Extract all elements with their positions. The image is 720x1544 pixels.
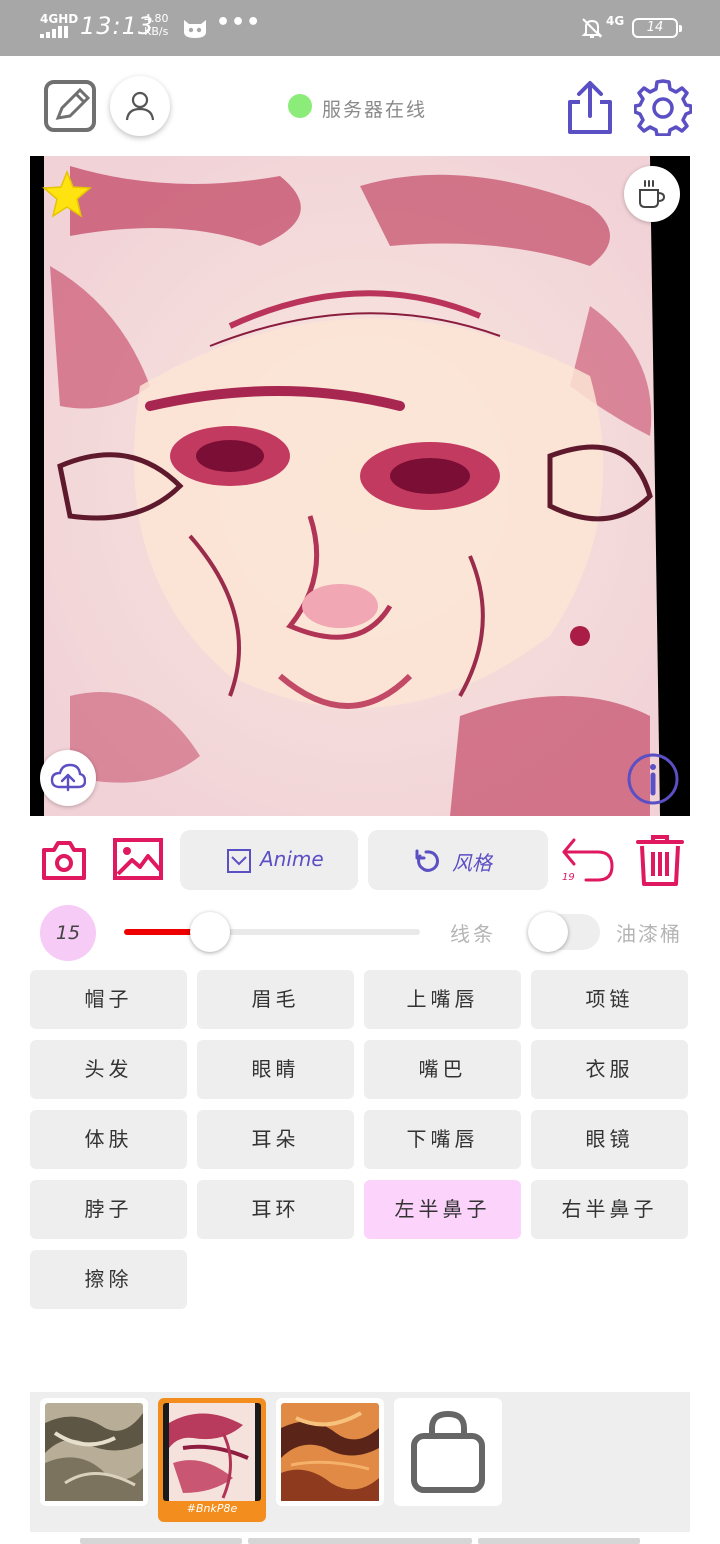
app-notification-icon: [184, 20, 206, 38]
part-button-3[interactable]: 上嘴唇: [364, 970, 521, 1029]
upload-cloud-button[interactable]: [40, 750, 96, 806]
generated-anime-image: [30, 156, 690, 816]
part-button-7[interactable]: 嘴巴: [364, 1040, 521, 1099]
part-button-13[interactable]: 脖子: [30, 1180, 187, 1239]
part-button-4[interactable]: 项链: [531, 970, 688, 1029]
coffee-button[interactable]: [624, 166, 680, 222]
camera-button[interactable]: [40, 838, 88, 882]
style-preview-2: [163, 1403, 261, 1501]
toggle-thumb: [528, 912, 568, 952]
style-thumbnail-2[interactable]: #BnkP8e: [158, 1398, 266, 1522]
part-button-5[interactable]: 头发: [30, 1040, 187, 1099]
cloud-upload-icon: [50, 763, 86, 792]
nav-indicator-2: [248, 1538, 472, 1544]
style-preview-3: [281, 1403, 379, 1501]
gallery-button[interactable]: [112, 836, 164, 882]
generated-image-canvas[interactable]: [30, 156, 690, 816]
speed-value: 4.80: [144, 12, 169, 25]
favorite-star-icon[interactable]: [42, 170, 92, 218]
part-button-16[interactable]: 右半鼻子: [531, 1180, 688, 1239]
delete-trash-button[interactable]: [634, 834, 686, 886]
network-type-right: 4G: [606, 14, 625, 28]
server-status-label: 服务器在线: [322, 99, 428, 121]
part-button-9[interactable]: 体肤: [30, 1110, 187, 1169]
style-preview-1: [45, 1403, 143, 1501]
undo-count: 19: [562, 872, 575, 883]
network-speed: 4.80 KB/s: [144, 12, 169, 38]
part-button-1[interactable]: 帽子: [30, 970, 187, 1029]
nav-indicator-1: [80, 1538, 242, 1544]
part-button-15[interactable]: 左半鼻子: [364, 1180, 521, 1239]
style-code-label: #BnkP8e: [186, 1502, 238, 1515]
checkbox-icon: [227, 849, 251, 873]
style-thumbnail-1[interactable]: [40, 1398, 148, 1506]
part-button-11[interactable]: 下嘴唇: [364, 1110, 521, 1169]
app-screen: 4GHD 13:13 4.80 KB/s ••• 4G 14 服务器在线 Ani…: [0, 0, 720, 1544]
refresh-icon: [415, 849, 439, 872]
more-notifications-icon: •••: [216, 10, 262, 35]
info-button[interactable]: [626, 752, 680, 806]
status-bar: 4GHD 13:13 4.80 KB/s ••• 4G 14: [0, 0, 720, 56]
paint-bucket-toggle[interactable]: [528, 912, 600, 952]
user-icon: [125, 91, 155, 121]
signal-icon: [40, 26, 72, 38]
share-button[interactable]: [564, 80, 616, 136]
brush-size-slider[interactable]: [124, 912, 420, 952]
user-button[interactable]: [110, 76, 170, 136]
settings-gear-button[interactable]: [634, 78, 692, 136]
network-type: 4GHD: [40, 12, 79, 26]
locked-styles-button[interactable]: [394, 1398, 502, 1506]
part-button-14[interactable]: 耳环: [197, 1180, 354, 1239]
style-thumbnail-3[interactable]: [276, 1398, 384, 1506]
model-label: Anime: [260, 847, 324, 871]
style-label: 风格: [452, 851, 492, 875]
part-button-10[interactable]: 耳朵: [197, 1110, 354, 1169]
shopping-bag-icon: [411, 1410, 485, 1493]
part-button-2[interactable]: 眉毛: [197, 970, 354, 1029]
brush-size-indicator: 15: [40, 905, 96, 961]
paint-bucket-label: 油漆桶: [616, 922, 682, 946]
mute-bell-icon: [581, 18, 603, 38]
server-status-dot: [288, 94, 312, 118]
line-mode-label: 线条: [450, 922, 496, 946]
model-select-button[interactable]: Anime: [180, 830, 358, 890]
part-button-8[interactable]: 衣服: [531, 1040, 688, 1099]
style-button[interactable]: 风格: [368, 830, 548, 890]
part-button-6[interactable]: 眼睛: [197, 1040, 354, 1099]
nav-indicator-3: [478, 1538, 640, 1544]
part-button-12[interactable]: 眼镜: [531, 1110, 688, 1169]
edit-sketch-button[interactable]: [42, 78, 98, 134]
coffee-cup-icon: [639, 180, 666, 208]
battery-icon: 14: [632, 18, 682, 38]
slider-thumb[interactable]: [189, 912, 230, 952]
speed-unit: KB/s: [144, 25, 169, 38]
part-button-17[interactable]: 擦除: [30, 1250, 187, 1309]
